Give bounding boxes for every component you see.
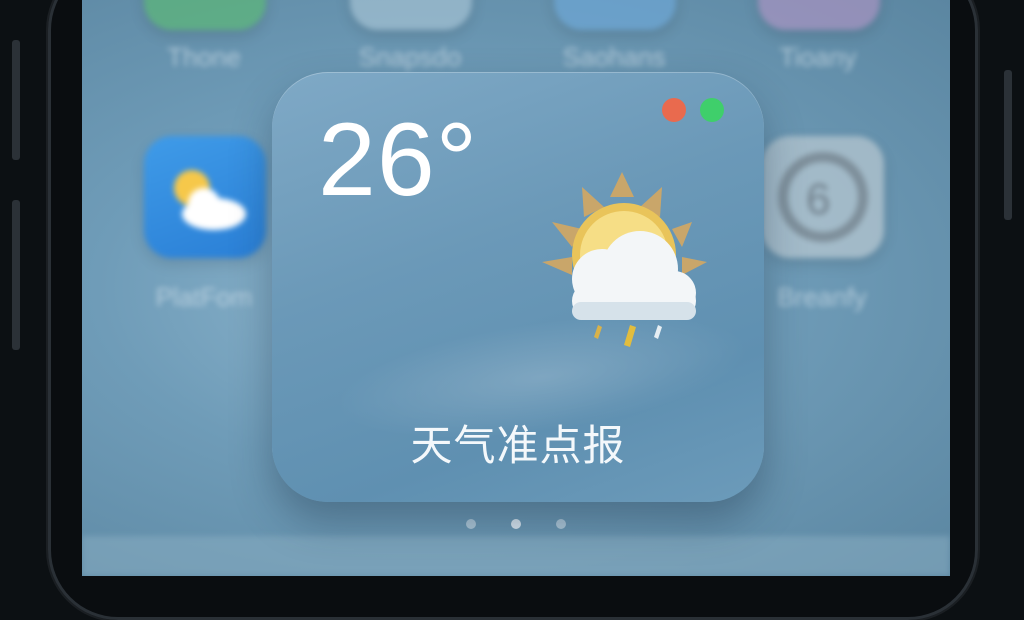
phone-side-button	[1004, 70, 1012, 220]
phone-side-button	[12, 40, 20, 160]
page-indicator[interactable]	[82, 514, 950, 533]
app-label: Snapsdo	[358, 42, 462, 72]
page-dot[interactable]	[556, 519, 567, 529]
maximize-button[interactable]	[700, 98, 724, 122]
app-icon[interactable]	[144, 0, 266, 30]
temperature-readout: 26°	[318, 102, 479, 218]
app-label: Breanfy	[777, 282, 867, 312]
page-dot-current[interactable]	[511, 519, 521, 529]
close-button[interactable]	[662, 98, 686, 122]
weather-app-icon[interactable]	[144, 136, 266, 258]
app-icon[interactable]	[758, 0, 880, 30]
phone-side-button	[12, 200, 20, 350]
app-label: Thone	[167, 42, 241, 72]
page-dot[interactable]	[465, 519, 476, 529]
app-label: Tioany	[779, 42, 857, 72]
dock	[82, 536, 950, 576]
svg-text:6: 6	[806, 175, 830, 224]
app-icon[interactable]: 6	[762, 136, 884, 258]
app-icon[interactable]	[350, 0, 472, 30]
app-label: PlatFom	[155, 282, 253, 312]
app-name-label: 天气准点报	[410, 421, 626, 470]
sun-behind-rain-cloud-icon	[542, 172, 707, 347]
app-label: Saohans	[562, 42, 666, 72]
app-icon[interactable]	[554, 0, 676, 30]
weather-widget-card[interactable]: 26° 天气准点报	[272, 72, 764, 502]
